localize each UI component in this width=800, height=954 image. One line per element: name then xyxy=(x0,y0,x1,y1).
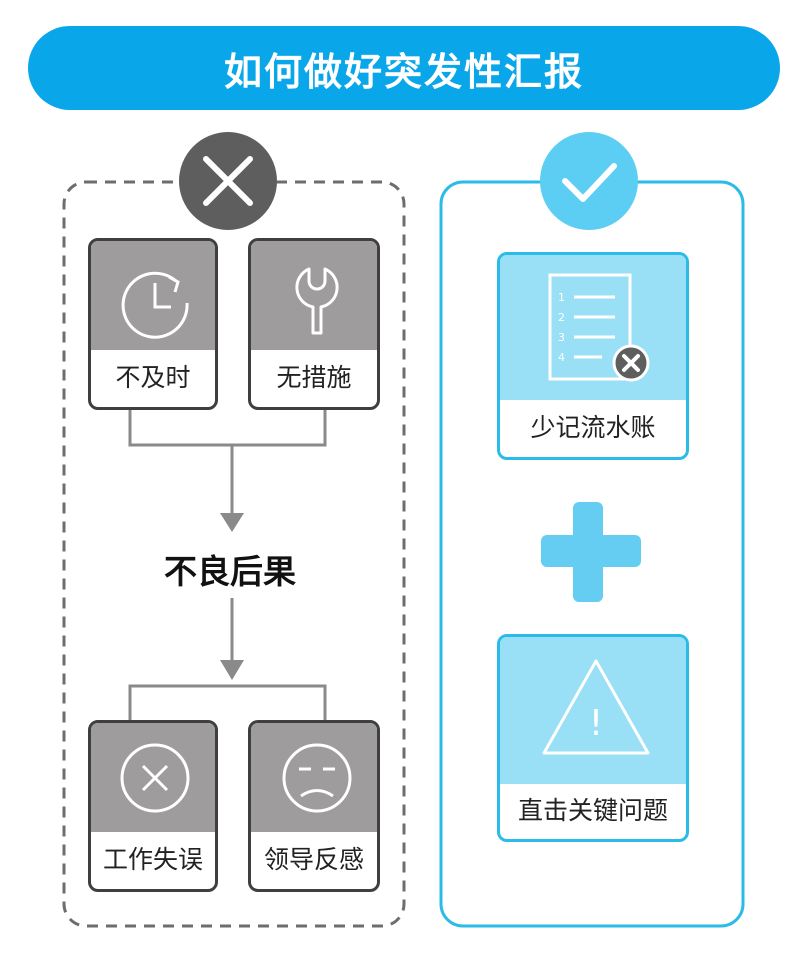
x-mark-icon xyxy=(179,132,277,230)
effect-card-mistake: 工作失误 xyxy=(88,720,218,892)
item-label: 直击关键问题 xyxy=(517,795,668,825)
warning-triangle-icon: ! xyxy=(542,659,650,755)
list-number: 1 xyxy=(558,291,565,304)
card-header: 1 2 3 4 xyxy=(500,255,686,400)
card-header xyxy=(251,241,377,350)
arrow-down-icon xyxy=(220,660,244,680)
checkmark-icon xyxy=(540,132,638,230)
right-card-less-log: 1 2 3 4 少记流水账 xyxy=(497,252,689,460)
cause-label: 无措施 xyxy=(276,363,352,392)
list-document-icon: 1 2 3 4 xyxy=(548,273,650,382)
card-header xyxy=(91,723,215,832)
close-icon xyxy=(612,344,650,382)
cause-bracket xyxy=(128,408,327,515)
card-header: ! xyxy=(500,637,686,784)
clock-icon xyxy=(121,271,189,339)
result-label: 不良后果 xyxy=(130,545,330,593)
frown-face-icon xyxy=(282,743,352,813)
item-label: 少记流水账 xyxy=(530,412,656,442)
wrench-icon xyxy=(295,267,339,335)
effect-label: 领导反感 xyxy=(263,845,364,874)
cause-label: 不及时 xyxy=(115,363,191,392)
effect-label: 工作失误 xyxy=(102,845,203,874)
card-header xyxy=(91,241,215,350)
right-card-key-issue: ! 直击关键问题 xyxy=(497,634,689,842)
effect-bracket xyxy=(128,598,327,720)
plus-icon xyxy=(541,502,641,602)
exclamation-mark: ! xyxy=(589,703,603,744)
arrow-down-icon xyxy=(220,513,244,532)
circle-x-icon xyxy=(120,743,190,813)
effect-card-displeasure: 领导反感 xyxy=(248,720,380,892)
list-number: 3 xyxy=(558,331,565,344)
card-header xyxy=(251,723,377,832)
list-number: 2 xyxy=(558,311,565,324)
cause-card-no-measures: 无措施 xyxy=(248,238,380,410)
list-number: 4 xyxy=(558,351,565,364)
cause-card-late: 不及时 xyxy=(88,238,218,410)
